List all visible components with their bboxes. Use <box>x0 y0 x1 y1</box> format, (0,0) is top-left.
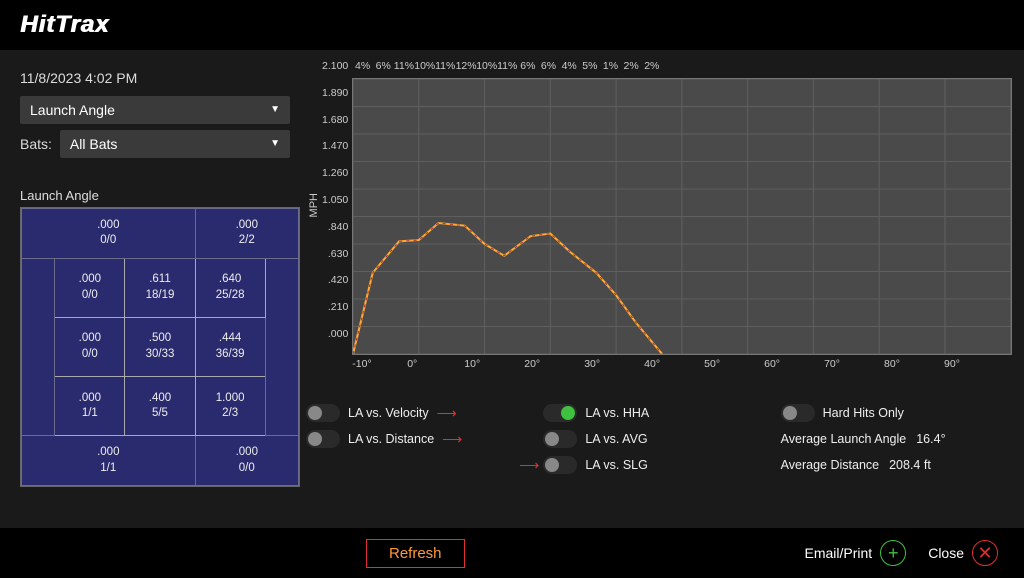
toggle-la-velocity[interactable] <box>306 404 340 422</box>
refresh-button[interactable]: Refresh <box>366 539 465 568</box>
bats-label: Bats: <box>20 136 52 152</box>
zone-outer-top-right: .0002/2 <box>195 209 298 259</box>
chart-y-label: MPH <box>306 193 322 217</box>
chart-area: MPH 2.1001.8901.6801.4701.2601.050.840.6… <box>306 60 1012 380</box>
chevron-down-icon: ▼ <box>270 96 280 124</box>
toggle-la-slg[interactable] <box>543 456 577 474</box>
zone-panel-title: Launch Angle <box>20 188 290 203</box>
close-icon: ✕ <box>972 540 998 566</box>
chart-plot[interactable] <box>352 78 1012 355</box>
zone-outer-bot-left: .0001/1 <box>22 436 196 486</box>
zone-cell: .4005/5 <box>125 377 195 436</box>
close-button[interactable]: Close ✕ <box>928 540 998 566</box>
strike-zone-grid: .0000/0 .0002/2 .0000/0 .61118/19 .64025… <box>20 207 300 487</box>
app-body: 11/8/2023 4:02 PM Launch Angle ▼ Bats: A… <box>0 50 1024 528</box>
stat-value: 16.4° <box>916 432 945 446</box>
zone-cell: .64025/28 <box>195 258 265 317</box>
chart-top-percent-row: 4%6%11%10%11%12%10%11%6%6%4%5%1%2%2% <box>352 60 1012 78</box>
left-panel: 11/8/2023 4:02 PM Launch Angle ▼ Bats: A… <box>0 50 300 528</box>
toggle-label: LA vs. Velocity <box>348 406 429 420</box>
toggle-label: LA vs. AVG <box>585 432 647 446</box>
zone-cell: .50030/33 <box>125 317 195 376</box>
app-footer: Refresh Email/Print + Close ✕ <box>0 528 1024 578</box>
arrow-right-icon: ⟶ <box>442 431 460 448</box>
zone-outer-top-left: .0000/0 <box>22 209 196 259</box>
metric-select-value: Launch Angle <box>30 96 115 124</box>
arrow-right-icon: ⟶ <box>519 457 537 474</box>
email-print-button[interactable]: Email/Print + <box>805 540 907 566</box>
plus-icon: + <box>880 540 906 566</box>
zone-cell: .61118/19 <box>125 258 195 317</box>
right-panel: MPH 2.1001.8901.6801.4701.2601.050.840.6… <box>300 50 1024 528</box>
stat-label: Average Distance <box>781 458 879 472</box>
chart-y-axis: 2.1001.8901.6801.4701.2601.050.840.630.4… <box>322 60 352 340</box>
toggle-la-hha[interactable] <box>543 404 577 422</box>
bats-select-value: All Bats <box>70 130 117 158</box>
zone-cell: .0000/0 <box>55 317 125 376</box>
zone-outer-right <box>265 258 298 435</box>
bats-select[interactable]: All Bats ▼ <box>60 130 290 158</box>
zone-outer-bot-right: .0000/0 <box>195 436 298 486</box>
app-root: HitTrax 11/8/2023 4:02 PM Launch Angle ▼… <box>0 0 1024 578</box>
toggle-la-avg[interactable] <box>543 430 577 448</box>
session-timestamp: 11/8/2023 4:02 PM <box>20 70 290 86</box>
zone-cell: .0000/0 <box>55 258 125 317</box>
zone-outer-left <box>22 258 55 435</box>
toggle-label: LA vs. HHA <box>585 406 649 420</box>
chart-svg <box>353 79 1011 354</box>
stat-value: 208.4 ft <box>889 458 931 472</box>
toggle-la-distance[interactable] <box>306 430 340 448</box>
app-header: HitTrax <box>0 0 1024 50</box>
bats-row: Bats: All Bats ▼ <box>20 130 290 158</box>
zone-cell: 1.0002/3 <box>195 377 265 436</box>
close-label: Close <box>928 545 964 561</box>
toggle-label: LA vs. SLG <box>585 458 648 472</box>
zone-cell: .0001/1 <box>55 377 125 436</box>
metric-select[interactable]: Launch Angle ▼ <box>20 96 290 124</box>
zone-cell: .44436/39 <box>195 317 265 376</box>
toggle-label: LA vs. Distance <box>348 432 434 446</box>
toggle-label: Hard Hits Only <box>823 406 904 420</box>
arrow-right-icon: ⟶ <box>437 405 455 422</box>
email-print-label: Email/Print <box>805 545 873 561</box>
chevron-down-icon: ▼ <box>270 130 280 158</box>
brand-logo: HitTrax <box>20 11 109 39</box>
stat-label: Average Launch Angle <box>781 432 907 446</box>
toggle-hard-hits[interactable] <box>781 404 815 422</box>
toggle-section: LA vs. Velocity ⟶ LA vs. Distance ⟶ ⟶ <box>306 400 1012 478</box>
chart-x-axis: -10°0°10°20°30°40°50°60°70°80°90° <box>352 358 1012 380</box>
